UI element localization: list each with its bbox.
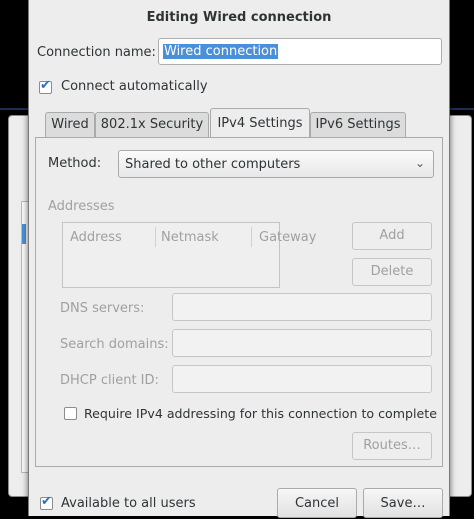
add-address-button[interactable]: Add — [352, 222, 432, 250]
connection-name-input[interactable]: Wired connection — [158, 38, 442, 65]
tab-ipv6-settings[interactable]: IPv6 Settings — [310, 112, 406, 138]
ipv4-settings-panel: Method: Shared to other computers ⌄ Addr… — [35, 137, 443, 467]
editing-connection-dialog: Editing Wired connection Connection name… — [28, 0, 450, 518]
column-header-netmask: Netmask — [161, 230, 219, 245]
check-icon: ✔ — [41, 494, 52, 509]
available-to-all-users-checkbox[interactable]: ✔ — [40, 494, 53, 510]
addresses-label: Addresses — [48, 199, 115, 214]
column-separator — [155, 227, 156, 247]
column-header-address: Address — [70, 230, 122, 245]
tab-8021x-security[interactable]: 802.1x Security — [95, 112, 209, 138]
dns-servers-input[interactable] — [172, 293, 432, 321]
connection-name-label: Connection name: — [37, 45, 156, 60]
method-value: Shared to other computers — [125, 157, 301, 172]
dhcp-client-id-input[interactable] — [172, 365, 432, 393]
dns-servers-label: DNS servers: — [60, 301, 145, 316]
search-domains-label: Search domains: — [60, 337, 169, 352]
connection-name-value: Wired connection — [163, 44, 279, 59]
column-separator — [251, 227, 252, 247]
tab-wired[interactable]: Wired — [45, 112, 95, 138]
delete-address-button[interactable]: Delete — [352, 258, 432, 286]
require-ipv4-checkbox[interactable] — [64, 407, 77, 420]
connect-automatically-checkbox[interactable]: ✔ — [39, 78, 52, 94]
dialog-title: Editing Wired connection — [146, 10, 332, 25]
check-icon: ✔ — [40, 78, 51, 93]
dhcp-client-id-label: DHCP client ID: — [60, 373, 159, 388]
connect-automatically-label: Connect automatically — [61, 79, 208, 94]
save-button[interactable]: Save… — [363, 488, 443, 518]
background-list-selection — [22, 224, 26, 244]
addresses-table: Address Netmask Gateway — [62, 222, 316, 288]
tab-ipv4-settings[interactable]: IPv4 Settings — [210, 108, 310, 138]
routes-button[interactable]: Routes… — [352, 432, 432, 460]
method-select[interactable]: Shared to other computers ⌄ — [118, 150, 434, 178]
require-ipv4-label: Require IPv4 addressing for this connect… — [84, 406, 437, 421]
search-domains-input[interactable] — [172, 329, 432, 357]
column-header-gateway: Gateway — [259, 230, 317, 245]
available-to-all-users-label: Available to all users — [61, 496, 196, 511]
chevron-down-icon: ⌄ — [414, 156, 425, 170]
method-label: Method: — [48, 156, 102, 171]
cancel-button[interactable]: Cancel — [277, 488, 357, 518]
